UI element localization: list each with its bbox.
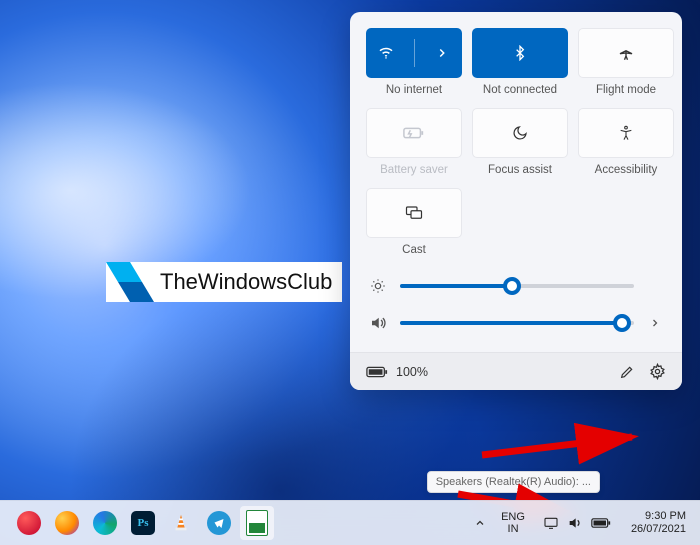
battery-saver-label: Battery saver [380, 164, 448, 176]
battery-icon [366, 366, 388, 378]
wifi-toggle[interactable] [367, 29, 406, 77]
wifi-label: No internet [386, 84, 442, 96]
volume-tray-icon [567, 515, 583, 531]
cast-label: Cast [402, 244, 426, 256]
telegram-icon[interactable] [202, 506, 236, 540]
volume-slider[interactable] [400, 321, 634, 325]
settings-button[interactable] [649, 363, 666, 380]
battery-tray-icon [591, 517, 611, 529]
battery-saver-icon [403, 126, 425, 140]
bluetooth-label: Not connected [483, 84, 557, 96]
quick-tiles-row-3: Cast [366, 188, 666, 256]
watermark: TheWindowsClub [106, 262, 342, 302]
watermark-logo [106, 262, 154, 302]
opera-icon[interactable] [12, 506, 46, 540]
photoshop-icon[interactable]: Ps [126, 506, 160, 540]
edit-button[interactable] [619, 364, 635, 380]
vlc-icon[interactable] [164, 506, 198, 540]
network-tray-icon [543, 516, 559, 530]
lang-top: ENG [501, 511, 525, 523]
accessibility-label: Accessibility [595, 164, 658, 176]
accessibility-icon [618, 125, 634, 141]
cast-icon [405, 205, 423, 221]
bluetooth-tile[interactable] [472, 28, 568, 78]
watermark-text: TheWindowsClub [154, 269, 332, 295]
lang-bottom: IN [501, 523, 525, 535]
cast-tile[interactable] [366, 188, 462, 238]
battery-saver-tile[interactable] [366, 108, 462, 158]
brightness-slider[interactable] [400, 284, 634, 288]
taskbar-pinned-apps: Ps [8, 506, 274, 540]
wifi-tile[interactable] [366, 28, 462, 78]
quick-settings-footer: 100% [350, 352, 682, 390]
volume-slider-row [366, 310, 666, 336]
moon-icon [512, 125, 528, 141]
edge-icon[interactable] [88, 506, 122, 540]
focus-assist-tile[interactable] [472, 108, 568, 158]
battery-status[interactable]: 100% [366, 365, 428, 379]
quick-settings-panel: No internet Not connected Flight mode [350, 12, 682, 390]
firefox-icon[interactable] [50, 506, 84, 540]
brightness-icon [368, 278, 388, 294]
language-indicator[interactable]: ENG IN [497, 511, 529, 535]
volume-output-chevron[interactable] [646, 317, 664, 329]
quick-tiles-row-1: No internet Not connected Flight mode [366, 28, 666, 96]
chevron-right-icon [435, 46, 449, 60]
quick-tiles-row-2: Battery saver Focus assist Accessibility [366, 108, 666, 176]
flight-mode-tile[interactable] [578, 28, 674, 78]
annotation-arrow-top [482, 425, 652, 470]
battery-percent: 100% [396, 365, 428, 379]
clock-date: 26/07/2021 [631, 523, 686, 536]
wifi-icon [377, 44, 395, 62]
airplane-icon [617, 44, 635, 62]
libreoffice-calc-icon[interactable] [240, 506, 274, 540]
clock[interactable]: 9:30 PM 26/07/2021 [625, 510, 692, 536]
tray-overflow-button[interactable] [469, 517, 491, 529]
wifi-expand[interactable] [423, 29, 462, 77]
brightness-slider-row [366, 274, 666, 298]
taskbar: Ps ENG IN 9:30 PM 26/07/2021 [0, 500, 700, 545]
taskbar-system-tray: ENG IN 9:30 PM 26/07/2021 [469, 510, 692, 536]
accessibility-tile[interactable] [578, 108, 674, 158]
clock-time: 9:30 PM [631, 510, 686, 523]
focus-assist-label: Focus assist [488, 164, 552, 176]
volume-icon [368, 314, 388, 332]
flight-mode-label: Flight mode [596, 84, 656, 96]
bluetooth-icon [512, 45, 528, 61]
system-tray-group[interactable] [535, 515, 619, 531]
